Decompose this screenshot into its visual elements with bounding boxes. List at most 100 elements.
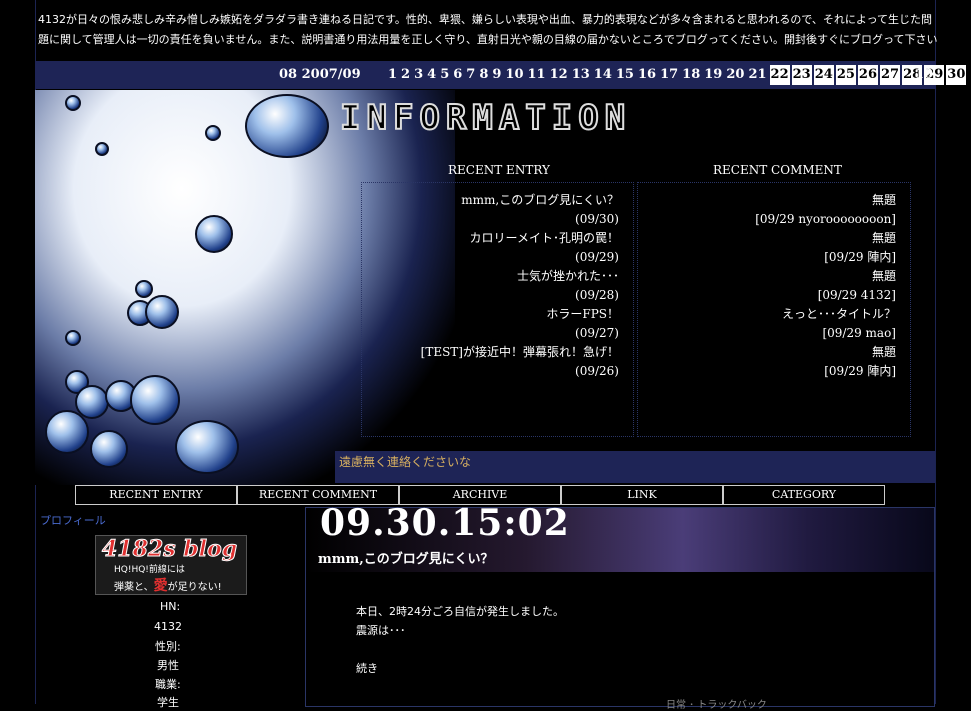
recent-entry-link[interactable]: mmm,このブログ見にくい？ [362,191,633,210]
recent-comment-meta: [09/29 4132] [817,288,896,302]
recent-comment-heading: RECENT COMMENT [713,163,842,177]
water-drop [95,142,109,156]
water-drop [205,125,221,141]
calendar-prev-month-link[interactable]: 08 [279,67,297,82]
profile-job-value: 学生 [157,696,179,709]
calendar-day-30[interactable]: 30 [946,65,967,85]
recent-comment-box: 無題 [09/29 nyoroooooooon] 無題 [09/29 陣内] 無題 [09… [637,182,911,437]
blog-disclaimer: 4132が日々の恨み悲しみ辛み憎しみ嫉妬をダラダラ書き連ねる日記です。性的、卑猥… [38,13,938,46]
calendar-day-18[interactable]: 18 [681,65,701,85]
post-date: 09.30.15:02 [320,502,570,544]
water-drop [90,430,128,468]
calendar-day-20[interactable]: 20 [725,65,745,85]
recent-comment-meta: [09/29 nyoroooooooon] [755,212,896,226]
calendar-day-16[interactable]: 16 [637,65,657,85]
recent-comment-link[interactable]: 無題 [638,267,910,286]
blog-logo-banner[interactable]: 4182s blog HQ!HQ!前線には 弾薬と、愛が足りない! [95,535,247,595]
contact-notice: 遠慮無く連絡くださいな [335,451,935,483]
recent-entry-list: mmm,このブログ見にくい？ (09/30) カロリーメイト･孔明の罠！ (09/29… [362,183,633,381]
calendar-day-23[interactable]: 23 [791,65,812,85]
nav-tab-recent-entry[interactable]: RECENT ENTRY [75,485,237,505]
nav-tab-category[interactable]: CATEGORY [723,485,885,505]
recent-entry-link[interactable]: 士気が挫かれた･･･ [362,267,633,286]
recent-entry-box: mmm,このブログ見にくい？ (09/30) カロリーメイト･孔明の罠！ (09/29… [361,182,634,437]
calendar-day-1[interactable]: 1 [387,65,398,85]
calendar-day-22[interactable]: 22 [769,65,790,85]
recent-entry-date: (09/28) [575,288,619,302]
water-drop [130,375,180,425]
logo-tagline: 弾薬と、愛が足りない! [114,575,222,595]
calendar-day-17[interactable]: 17 [659,65,679,85]
calendar-day-15[interactable]: 15 [615,65,635,85]
calendar-day-19[interactable]: 19 [703,65,723,85]
read-more-link[interactable]: 続き [356,660,378,676]
post-body-line: 本日、2時24分ごろ自信が発生しました。 [356,605,564,618]
calendar-day-7[interactable]: 7 [465,65,476,85]
logo-tagline-part: 弾薬と、 [114,582,154,593]
calendar-day-14[interactable]: 14 [593,65,613,85]
calendar-day-25[interactable]: 25 [835,65,856,85]
recent-comment-meta: [09/29 陣内] [824,364,896,378]
post-header-banner: 09.30.15:02 mmm,このブログ見にくい？ [306,502,934,572]
water-drop [145,295,179,329]
profile-heading: プロフィール [40,514,106,527]
calendar-day-2[interactable]: 2 [400,65,411,85]
water-drop [45,410,89,454]
calendar-day-5[interactable]: 5 [439,65,450,85]
water-drop [65,95,81,111]
recent-comment-link[interactable]: 無題 [638,191,910,210]
calendar-day-24[interactable]: 24 [813,65,834,85]
calendar-day-21[interactable]: 21 [747,65,767,85]
calendar-next-month-link[interactable]: 10 [915,67,933,82]
calendar-day-9[interactable]: 9 [491,65,502,85]
recent-comment-meta: [09/29 mao] [822,326,896,340]
calendar-day-6[interactable]: 6 [452,65,463,85]
calendar-days: 1 2 3 4 5 6 7 8 9 10 11 12 13 14 15 16 17 18 19 20 21 22 23 24 2… [387,65,968,85]
nav-tab-link[interactable]: LINK [561,485,723,505]
calendar-day-4[interactable]: 4 [426,65,437,85]
logo-tagline-part: が足りない! [167,582,222,593]
recent-comment-link[interactable]: 無題 [638,229,910,248]
calendar-day-8[interactable]: 8 [478,65,489,85]
profile-gender-value: 男性 [157,659,179,672]
profile-hn-label: HN: [160,600,181,613]
post-body-line: 震源は･･･ [356,624,406,637]
water-drop [245,94,329,158]
profile-job-label: 職業: [155,678,181,691]
calendar-day-10[interactable]: 10 [504,65,524,85]
calendar-day-27[interactable]: 27 [880,65,901,85]
recent-comment-link[interactable]: 無題 [638,343,910,362]
profile-gender-label: 性別: [155,640,181,653]
water-drop [195,215,233,253]
calendar-day-12[interactable]: 12 [549,65,569,85]
frame-right-border [935,0,936,704]
profile-hn-value: 4132 [154,620,182,633]
calendar-day-11[interactable]: 11 [527,65,547,85]
recent-entry-heading: RECENT ENTRY [448,163,550,177]
water-drop [65,330,81,346]
calendar-current-month: 2007/09 [301,67,361,82]
recent-entry-date: (09/29) [575,250,619,264]
calendar-month: 08 2007/09 [279,67,361,82]
recent-entry-link[interactable]: ホラーFPS！ [362,305,633,324]
calendar-day-13[interactable]: 13 [571,65,591,85]
information-heading: INFORMATION [339,97,632,139]
recent-comment-meta: [09/29 陣内] [824,250,896,264]
calendar-bar: 08 2007/09 1 2 3 4 5 6 7 8 9 10 11 12 13 14 15 16 17 18 19… [35,61,967,89]
recent-entry-link[interactable]: [TEST]が接近中！弾幕張れ！急げ！ [362,343,633,362]
recent-comment-link[interactable]: えっと･･･タイトル？ [638,305,910,324]
calendar-day-3[interactable]: 3 [413,65,424,85]
water-drop [135,280,153,298]
blog-post: 09.30.15:02 mmm,このブログ見にくい？ 本日、2時24分ごろ自信が… [305,502,935,711]
water-drop [175,420,239,474]
recent-entry-date: (09/26) [575,364,619,378]
recent-entry-link[interactable]: カロリーメイト･孔明の罠！ [362,229,633,248]
recent-entry-date: (09/30) [575,212,619,226]
calendar-day-26[interactable]: 26 [857,65,879,85]
recent-entry-date: (09/27) [575,326,619,340]
recent-comment-list: 無題 [09/29 nyoroooooooon] 無題 [09/29 陣内] 無題 [09… [638,183,910,381]
logo-sub-text: HQ!HQ!前線には [114,565,185,575]
logo-tagline-love: 愛 [153,578,168,594]
post-title[interactable]: mmm,このブログ見にくい？ [318,548,494,567]
logo-main-text: 4182s blog [101,536,238,563]
